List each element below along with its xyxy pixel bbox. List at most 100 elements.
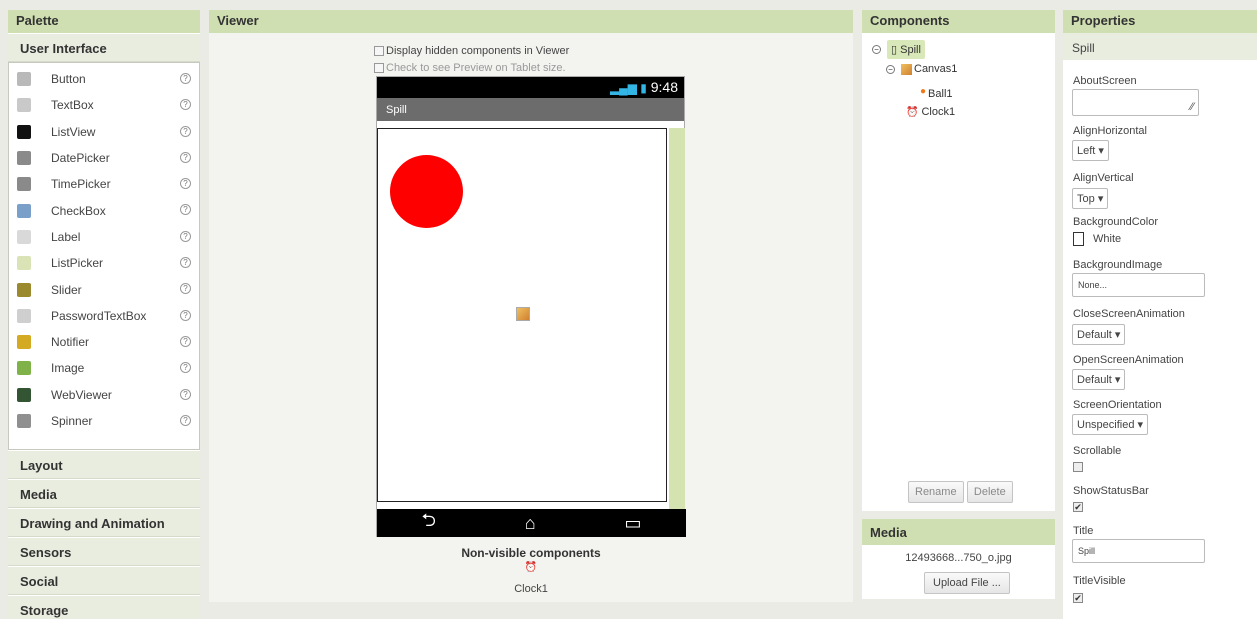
palette-item-label: DatePicker bbox=[51, 151, 110, 166]
listpicker-icon bbox=[17, 256, 31, 271]
canvas-image-icon bbox=[516, 307, 530, 321]
phone-nav-bar: ⮌ ⌂ ▭ bbox=[377, 509, 686, 537]
palette-category-layout[interactable]: Layout bbox=[8, 450, 200, 479]
palette-item-spinner[interactable]: Spinner? bbox=[9, 408, 199, 434]
help-icon[interactable]: ? bbox=[180, 73, 191, 84]
palette-item-label: Slider bbox=[51, 282, 82, 297]
tree-item-ball1-label: Ball1 bbox=[928, 88, 953, 100]
tree-item-ball1[interactable]: ● Ball1 bbox=[920, 82, 953, 101]
passwordtextbox-icon bbox=[17, 308, 31, 323]
tablet-preview-row[interactable]: Check to see Preview on Tablet size. bbox=[374, 62, 566, 74]
delete-button[interactable]: Delete bbox=[966, 481, 1013, 503]
help-icon[interactable]: ? bbox=[180, 125, 191, 137]
scrollable-checkbox[interactable] bbox=[1073, 462, 1083, 472]
palette-item-label[interactable]: Label? bbox=[9, 224, 199, 250]
ball1-preview[interactable] bbox=[390, 155, 463, 228]
component-actions: Rename Delete bbox=[908, 481, 1013, 503]
backgroundcolor-picker[interactable]: White bbox=[1073, 232, 1121, 246]
palette-item-webviewer[interactable]: WebViewer? bbox=[9, 382, 199, 408]
help-icon[interactable]: ? bbox=[180, 257, 191, 269]
backgroundimage-field[interactable]: None... bbox=[1072, 273, 1205, 297]
clock-icon: ⏰ bbox=[906, 106, 919, 118]
notifier-icon bbox=[17, 335, 31, 350]
label-icon bbox=[17, 229, 31, 244]
home-icon: ⌂ bbox=[524, 512, 536, 533]
prop-label-screenorientation: ScreenOrientation bbox=[1073, 399, 1162, 411]
openscreenanimation-dropdown[interactable]: Default ▾ bbox=[1072, 369, 1126, 390]
help-icon[interactable]: ? bbox=[180, 335, 191, 347]
properties-header: Properties bbox=[1063, 10, 1257, 33]
prop-label-alignvertical: AlignVertical bbox=[1073, 172, 1134, 184]
nonvisible-clock1[interactable]: Clock1 bbox=[209, 583, 853, 595]
palette-category-storage[interactable]: Storage bbox=[8, 595, 200, 619]
canvas1-preview[interactable] bbox=[377, 128, 667, 502]
help-icon[interactable]: ? bbox=[180, 414, 191, 426]
resize-handle-icon[interactable]: ⁄⁄ bbox=[1190, 101, 1194, 113]
prop-label-backgroundimage: BackgroundImage bbox=[1073, 259, 1163, 271]
help-icon[interactable]: ? bbox=[180, 99, 191, 111]
help-icon[interactable]: ? bbox=[180, 230, 191, 242]
palette-item-listpicker[interactable]: ListPicker? bbox=[9, 250, 199, 276]
help-icon[interactable]: ? bbox=[180, 151, 191, 163]
media-panel: Media 12493668...750_o.jpg Upload File .… bbox=[862, 519, 1055, 599]
palette-item-label: Button bbox=[51, 72, 86, 87]
palette-item-passwordtextbox[interactable]: PasswordTextBox? bbox=[9, 303, 199, 329]
tree-item-canvas1-label: Canvas1 bbox=[914, 63, 958, 75]
palette-item-button[interactable]: Button? bbox=[9, 66, 199, 92]
display-hidden-components-row[interactable]: Display hidden components in Viewer bbox=[374, 45, 569, 57]
collapse-icon[interactable]: − bbox=[886, 64, 895, 74]
help-icon[interactable]: ? bbox=[180, 388, 191, 400]
slider-icon bbox=[17, 282, 31, 297]
help-icon[interactable]: ? bbox=[180, 204, 191, 216]
palette-item-image[interactable]: Image? bbox=[9, 355, 199, 381]
media-header: Media bbox=[862, 519, 1055, 545]
tree-item-spill-label[interactable]: ▯ Spill bbox=[887, 40, 925, 59]
palette-category-drawing-and-animation[interactable]: Drawing and Animation bbox=[8, 508, 200, 537]
palette-item-checkbox[interactable]: CheckBox? bbox=[9, 197, 199, 223]
tablet-preview-checkbox[interactable] bbox=[374, 63, 384, 73]
showstatusbar-checkbox[interactable]: ✔ bbox=[1073, 502, 1083, 512]
palette-item-label: TextBox bbox=[51, 98, 94, 113]
aboutscreen-textarea[interactable]: ⁄⁄ bbox=[1072, 89, 1199, 116]
palette-item-timepicker[interactable]: TimePicker? bbox=[9, 171, 199, 197]
help-icon[interactable]: ? bbox=[180, 283, 191, 295]
collapse-icon[interactable]: − bbox=[872, 45, 881, 54]
palette-category-user-interface[interactable]: User Interface bbox=[8, 33, 200, 62]
title-field[interactable]: Spill bbox=[1072, 539, 1205, 563]
palette-item-notifier[interactable]: Notifier? bbox=[9, 329, 199, 355]
screenorientation-dropdown[interactable]: Unspecified ▾ bbox=[1072, 414, 1149, 435]
tree-item-spill[interactable]: − ▯ Spill bbox=[872, 40, 925, 59]
closescreenanimation-dropdown[interactable]: Default ▾ bbox=[1072, 324, 1126, 345]
button-icon bbox=[17, 72, 31, 87]
prop-label-titlevisible: TitleVisible bbox=[1073, 575, 1126, 587]
palette-category-social[interactable]: Social bbox=[8, 566, 200, 595]
media-file-item[interactable]: 12493668...750_o.jpg bbox=[862, 552, 1055, 564]
alignhorizontal-dropdown[interactable]: Left ▾ bbox=[1072, 140, 1109, 161]
rename-button[interactable]: Rename bbox=[908, 481, 964, 503]
palette-item-label: WebViewer bbox=[51, 387, 112, 402]
palette-category-media[interactable]: Media bbox=[8, 479, 200, 508]
prop-label-scrollable: Scrollable bbox=[1073, 445, 1122, 457]
palette-item-slider[interactable]: Slider? bbox=[9, 276, 199, 302]
tree-item-canvas1[interactable]: − Canvas1 bbox=[886, 63, 957, 75]
palette-item-datepicker[interactable]: DatePicker? bbox=[9, 145, 199, 171]
palette-category-sensors[interactable]: Sensors bbox=[8, 537, 200, 566]
tree-item-clock1[interactable]: ⏰ Clock1 bbox=[906, 106, 955, 118]
help-icon[interactable]: ? bbox=[180, 178, 191, 190]
palette-item-listview[interactable]: ListView? bbox=[9, 119, 199, 145]
help-icon[interactable]: ? bbox=[180, 362, 191, 374]
palette-item-label: ListView bbox=[51, 124, 96, 139]
help-icon[interactable]: ? bbox=[180, 309, 191, 321]
alignvertical-dropdown[interactable]: Top ▾ bbox=[1072, 188, 1109, 209]
backgroundcolor-value: White bbox=[1093, 233, 1122, 245]
titlevisible-checkbox[interactable]: ✔ bbox=[1073, 593, 1083, 603]
color-swatch[interactable] bbox=[1073, 232, 1084, 246]
webviewer-icon bbox=[17, 387, 31, 402]
palette-item-label: Notifier bbox=[51, 335, 90, 350]
display-hidden-checkbox[interactable] bbox=[374, 46, 384, 56]
palette-item-textbox[interactable]: TextBox? bbox=[9, 92, 199, 118]
properties-panel: Properties Spill AboutScreen ⁄⁄ AlignHor… bbox=[1063, 10, 1257, 619]
phone-status-bar: ▂▄▆ ▮ 9:48 bbox=[377, 77, 684, 98]
preview-scrollbar[interactable] bbox=[669, 128, 685, 509]
upload-file-button[interactable]: Upload File ... bbox=[924, 572, 1010, 594]
